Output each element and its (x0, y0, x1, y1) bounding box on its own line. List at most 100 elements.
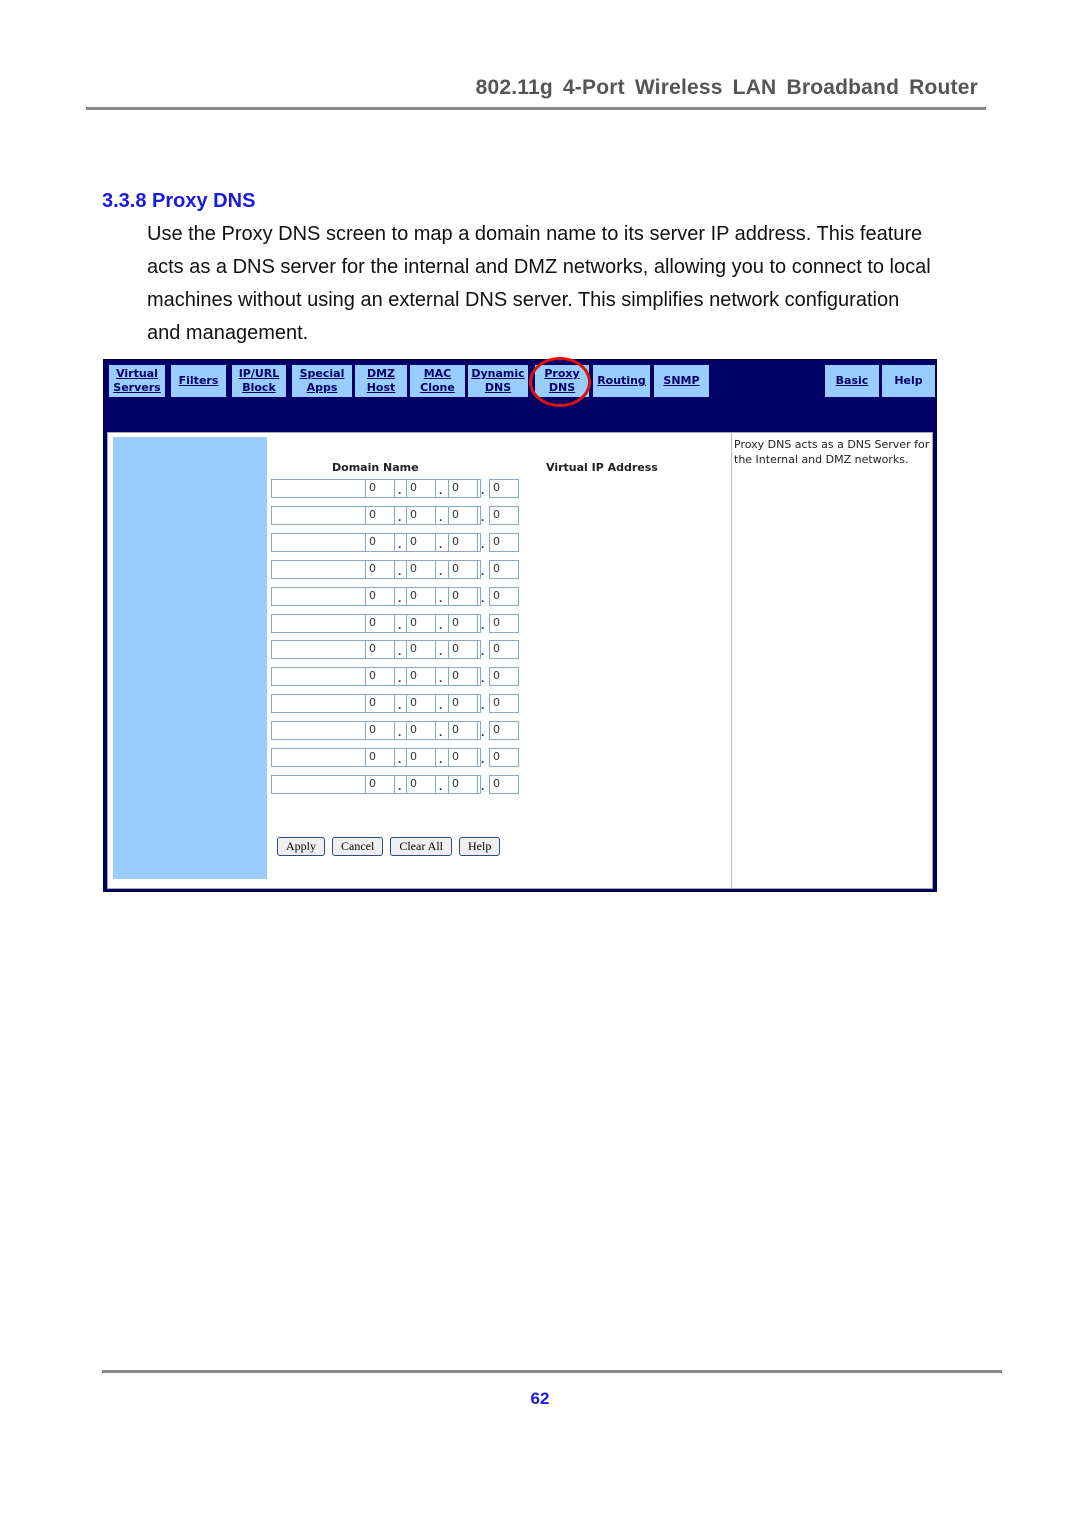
ip-octet-input-4[interactable]: 0 (489, 721, 519, 741)
tab-dmz-host[interactable]: DMZ Host (355, 365, 407, 397)
ip-octet-input-3[interactable]: 0 (448, 559, 478, 579)
ip-separator: . (439, 617, 443, 632)
clear-all-button[interactable]: Clear All (390, 837, 452, 856)
dns-entry-row: 0.0.0.0 (271, 586, 691, 609)
ip-separator: . (398, 617, 402, 632)
ip-octet-input-1[interactable]: 0 (365, 667, 395, 687)
ip-octet-input-1[interactable]: 0 (365, 748, 395, 767)
ip-octet-input-4[interactable]: 0 (489, 586, 519, 606)
tab-routing[interactable]: Routing (593, 365, 650, 397)
ip-octet-input-2[interactable]: 0 (406, 559, 436, 579)
ip-octet-input-1[interactable]: 0 (365, 774, 395, 794)
ip-octet-input-3[interactable]: 0 (448, 586, 478, 606)
ip-octet-input-3[interactable]: 0 (448, 694, 478, 714)
ip-separator: . (481, 617, 485, 632)
dns-entry-row: 0.0.0.0 (271, 559, 691, 582)
ip-octet-input-3[interactable]: 0 (448, 774, 478, 794)
ip-octet-input-2[interactable]: 0 (406, 721, 436, 741)
ip-separator: . (481, 483, 485, 497)
ip-octet-input-1[interactable]: 0 (365, 505, 395, 525)
ip-separator: . (398, 671, 402, 686)
ip-separator: . (398, 563, 402, 578)
ip-separator: . (439, 536, 443, 551)
left-sidebar (113, 437, 267, 879)
ip-octet-input-2[interactable]: 0 (406, 774, 436, 794)
ip-octet-input-2[interactable]: 0 (406, 479, 436, 498)
ip-octet-input-4[interactable]: 0 (489, 667, 519, 687)
ip-octet-input-1[interactable]: 0 (365, 479, 395, 498)
ip-octet-input-3[interactable]: 0 (448, 532, 478, 552)
dns-entry-row: 0.0.0.0 (271, 479, 691, 501)
ip-octet-input-4[interactable]: 0 (489, 694, 519, 714)
action-buttons: Apply Cancel Clear All Help (277, 837, 501, 856)
ip-octet-input-1[interactable]: 0 (365, 694, 395, 714)
dns-entry-row: 0.0.0.0 (271, 748, 691, 770)
ip-separator: . (439, 778, 443, 793)
ip-octet-input-1[interactable]: 0 (365, 559, 395, 579)
ip-separator: . (481, 671, 485, 686)
ip-separator: . (481, 563, 485, 578)
ip-octet-input-3[interactable]: 0 (448, 640, 478, 660)
dns-entry-row: 0.0.0.0 (271, 667, 691, 689)
ip-octet-input-3[interactable]: 0 (448, 505, 478, 525)
ip-octet-input-4[interactable]: 0 (489, 613, 519, 633)
ip-octet-input-2[interactable]: 0 (406, 748, 436, 767)
ip-octet-input-4[interactable]: 0 (489, 640, 519, 660)
ip-octet-input-2[interactable]: 0 (406, 586, 436, 606)
ip-separator: . (481, 536, 485, 551)
tab-special-apps[interactable]: Special Apps (292, 365, 352, 397)
tab-ip-url-block[interactable]: IP/URL Block (232, 365, 286, 397)
ip-separator: . (481, 698, 485, 713)
ip-separator: . (398, 644, 402, 659)
ip-separator: . (481, 752, 485, 766)
ip-octet-input-2[interactable]: 0 (406, 694, 436, 714)
page-number: 62 (530, 1389, 550, 1408)
tab-basic[interactable]: Basic (825, 365, 879, 397)
ip-octet-input-1[interactable]: 0 (365, 721, 395, 741)
ip-octet-input-4[interactable]: 0 (489, 479, 519, 498)
tab-mac-clone[interactable]: MAC Clone (410, 365, 465, 397)
ip-separator: . (439, 644, 443, 659)
ip-octet-input-3[interactable]: 0 (448, 613, 478, 633)
ip-octet-input-2[interactable]: 0 (406, 667, 436, 687)
ip-separator: . (398, 483, 402, 497)
apply-button[interactable]: Apply (277, 837, 325, 856)
tab-dynamic-dns[interactable]: Dynamic DNS (468, 365, 528, 397)
dns-entry-row: 0.0.0.0 (271, 532, 691, 555)
ip-separator: . (439, 483, 443, 497)
ip-octet-input-4[interactable]: 0 (489, 559, 519, 579)
ip-separator: . (481, 778, 485, 793)
router-screenshot: Virtual Servers Filters IP/URL Block Spe… (103, 357, 937, 892)
ip-separator: . (439, 752, 443, 766)
ip-octet-input-4[interactable]: 0 (489, 532, 519, 552)
ip-octet-input-3[interactable]: 0 (448, 748, 478, 767)
ip-separator: . (439, 509, 443, 524)
ip-octet-input-4[interactable]: 0 (489, 505, 519, 525)
help-text: Proxy DNS acts as a DNS Server for the I… (734, 438, 930, 466)
ip-octet-input-2[interactable]: 0 (406, 532, 436, 552)
help-button[interactable]: Help (459, 837, 501, 856)
domain-name-header: Domain Name (332, 461, 419, 474)
ip-octet-input-1[interactable]: 0 (365, 613, 395, 633)
ip-octet-input-4[interactable]: 0 (489, 774, 519, 794)
ip-octet-input-3[interactable]: 0 (448, 479, 478, 498)
ip-octet-input-2[interactable]: 0 (406, 613, 436, 633)
tab-filters[interactable]: Filters (171, 365, 226, 397)
document-header-title: 802.11g 4-Port Wireless LAN Broadband Ro… (475, 76, 978, 99)
tab-proxy-dns[interactable]: Proxy DNS (535, 365, 589, 397)
ip-octet-input-1[interactable]: 0 (365, 586, 395, 606)
virtual-ip-header: Virtual IP Address (546, 461, 658, 474)
tab-snmp[interactable]: SNMP (654, 365, 709, 397)
tab-virtual-servers[interactable]: Virtual Servers (109, 365, 165, 397)
ip-separator: . (439, 698, 443, 713)
tab-help[interactable]: Help (882, 365, 935, 397)
ip-octet-input-3[interactable]: 0 (448, 721, 478, 741)
ip-octet-input-1[interactable]: 0 (365, 532, 395, 552)
cancel-button[interactable]: Cancel (332, 837, 384, 856)
ip-octet-input-4[interactable]: 0 (489, 748, 519, 767)
ip-octet-input-2[interactable]: 0 (406, 640, 436, 660)
ip-octet-input-1[interactable]: 0 (365, 640, 395, 660)
ip-octet-input-3[interactable]: 0 (448, 667, 478, 687)
ip-octet-input-2[interactable]: 0 (406, 505, 436, 525)
dns-entry-row: 0.0.0.0 (271, 640, 691, 662)
